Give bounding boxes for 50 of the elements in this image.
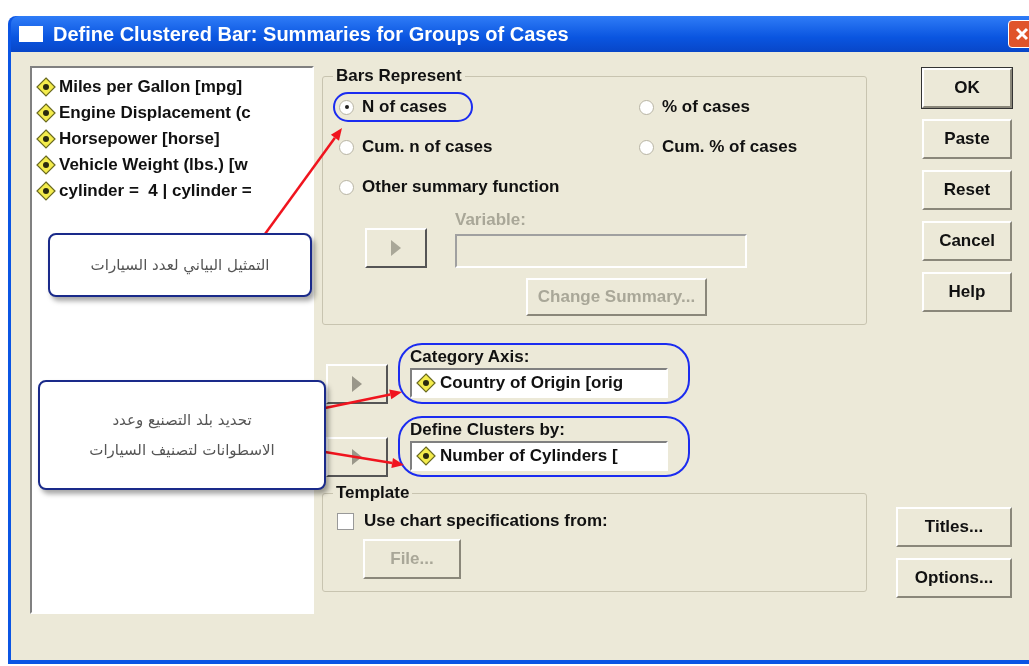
variable-icon xyxy=(416,373,436,393)
radio-label[interactable]: Cum. % of cases xyxy=(662,137,798,157)
variable-icon xyxy=(36,128,56,149)
dialog-button[interactable]: Options... xyxy=(896,558,1012,598)
radio-button[interactable] xyxy=(339,179,354,195)
checkbox[interactable] xyxy=(337,512,354,530)
annotation-callout: تحديد بلد التصنيع وعدد الاسطوانات لتصنيف السيارات xyxy=(38,380,326,490)
variable-item[interactable]: Vehicle Weight (lbs.) [w xyxy=(59,154,248,175)
window-icon xyxy=(19,26,43,42)
close-icon xyxy=(1015,27,1029,41)
variable-field[interactable]: Country of Origin [orig xyxy=(410,368,668,398)
radio-button[interactable] xyxy=(639,99,654,115)
dialog-button[interactable]: OK xyxy=(922,68,1012,108)
group-title: Template xyxy=(335,483,411,503)
window-title: Define Clustered Bar: Summaries for Groups of Cases xyxy=(53,22,570,46)
dialog-button[interactable]: Cancel xyxy=(922,221,1012,261)
right-arrow-icon xyxy=(351,375,363,393)
dialog-button[interactable]: Reset xyxy=(922,170,1012,210)
variable-item[interactable]: Miles per Gallon [mpg] xyxy=(59,76,243,97)
move-button[interactable] xyxy=(326,364,388,404)
variable-item[interactable]: cylinder = 4 | cylinder = xyxy=(59,180,252,201)
group-title: Bars Represent xyxy=(335,66,463,86)
variable-icon xyxy=(416,446,436,466)
variable-icon xyxy=(36,102,56,123)
radio-label[interactable]: Cum. n of cases xyxy=(362,137,493,157)
field-label: Define Clusters by: xyxy=(410,420,566,440)
variable-item[interactable]: Engine Displacement (c xyxy=(59,102,251,123)
right-arrow-icon xyxy=(390,239,402,257)
radio-label[interactable]: % of cases xyxy=(662,97,750,117)
close-button[interactable] xyxy=(1008,20,1029,48)
variable-field[interactable]: Number of Cylinders [ xyxy=(410,441,668,471)
radio-button[interactable] xyxy=(639,139,654,155)
dialog-button[interactable]: Help xyxy=(922,272,1012,312)
variable-item[interactable]: Horsepower [horse] xyxy=(59,128,220,149)
radio-label[interactable]: N of cases xyxy=(362,97,448,117)
radio-label[interactable]: Other summary function xyxy=(362,177,560,197)
dialog-button[interactable]: Titles... xyxy=(896,507,1012,547)
variable-icon xyxy=(36,76,56,97)
checkbox-label[interactable]: Use chart specifications from: xyxy=(364,511,608,531)
right-arrow-icon xyxy=(351,448,363,466)
variable-field[interactable] xyxy=(455,234,747,268)
variable-icon xyxy=(36,180,56,201)
radio-button[interactable] xyxy=(339,139,354,155)
variable-icon xyxy=(36,154,56,175)
field-label: Category Axis: xyxy=(410,347,531,367)
annotation-callout: التمثيل البياني لعدد السيارات xyxy=(48,233,312,297)
move-button[interactable] xyxy=(326,437,388,477)
dialog-button[interactable]: Paste xyxy=(922,119,1012,159)
field-label: Variable: xyxy=(455,210,527,230)
radio-button[interactable] xyxy=(339,99,354,115)
